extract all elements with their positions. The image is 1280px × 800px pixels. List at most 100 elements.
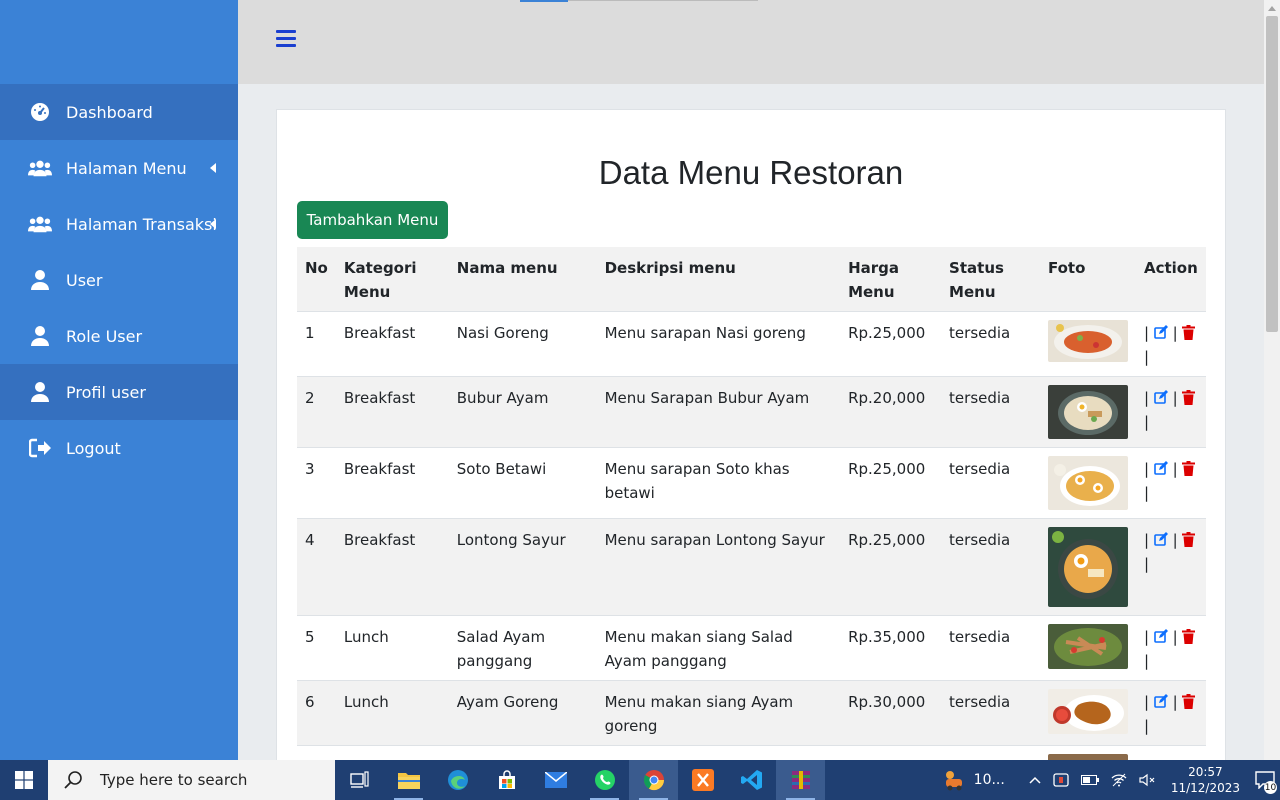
vscode-icon[interactable] — [727, 760, 776, 800]
sidebar-item-label: Halaman Transaksi — [66, 214, 217, 234]
cell-deskripsi: Menu Sarapan Bubur Ayam — [596, 376, 841, 447]
mail-icon[interactable] — [531, 760, 580, 800]
cell-foto — [1039, 376, 1136, 447]
file-explorer-icon[interactable] — [384, 760, 433, 800]
edit-icon[interactable] — [1154, 389, 1168, 404]
speaker-muted-icon[interactable] — [1139, 773, 1155, 787]
edit-icon[interactable] — [1154, 628, 1168, 643]
cell-deskripsi: Menu sarapan Lontong Sayur — [596, 518, 841, 615]
cell-kategori: Lunch — [335, 615, 449, 680]
action-separator: | — [1143, 716, 1150, 735]
action-separator: | — [1143, 483, 1150, 502]
cell-harga: Rp.25,000 — [840, 311, 942, 376]
sidebar-item-halaman-transaksi[interactable]: Halaman Transaksi — [0, 196, 238, 252]
weather-icon — [945, 771, 962, 791]
cell-action: | | | — [1135, 680, 1206, 745]
scrollbar-thumb[interactable] — [1266, 16, 1278, 332]
action-separator: | — [1172, 388, 1178, 407]
xampp-icon[interactable] — [678, 760, 727, 800]
whatsapp-icon[interactable] — [580, 760, 629, 800]
cell-nama: Lontong Sayur — [448, 518, 597, 615]
table-row: 3 Breakfast Soto Betawi Menu sarapan Sot… — [297, 447, 1206, 518]
table-header-row: No Kategori Menu Nama menu Deskripsi men… — [297, 247, 1206, 312]
cell-status: tersedia — [941, 376, 1040, 447]
edit-icon[interactable] — [1154, 324, 1168, 339]
windows-start-icon[interactable] — [0, 760, 48, 800]
sidebar-item-profil-user[interactable]: Profil user — [0, 364, 238, 420]
edit-icon[interactable] — [1154, 460, 1168, 475]
header-nama: Nama menu — [448, 247, 597, 312]
gauge-icon — [28, 100, 52, 124]
chrome-icon[interactable] — [629, 760, 678, 800]
sidebar-item-halaman-menu[interactable]: Halaman Menu — [0, 140, 238, 196]
system-tray: 10... 20:57 11/12/2023 10 — [936, 760, 1280, 800]
table-row: 6 Lunch Ayam Goreng Menu makan siang Aya… — [297, 680, 1206, 745]
winrar-icon[interactable] — [776, 760, 825, 800]
cell-action: | | | — [1135, 447, 1206, 518]
sidebar: Dashboard Halaman Menu Halaman Transaksi… — [0, 0, 238, 760]
table-row: 4 Breakfast Lontong Sayur Menu sarapan L… — [297, 518, 1206, 615]
action-separator: | — [1143, 459, 1150, 478]
sidebar-item-label: User — [66, 270, 103, 290]
trash-icon[interactable] — [1182, 628, 1196, 644]
page-title: Data Menu Restoran — [598, 154, 904, 191]
action-separator: | — [1143, 323, 1150, 342]
hamburger-menu-icon[interactable] — [276, 30, 296, 50]
cell-deskripsi: Menu sarapan Nasi goreng — [596, 311, 841, 376]
cell-harga: Rp.25,000 — [840, 518, 942, 615]
sidebar-item-dashboard[interactable]: Dashboard — [0, 84, 238, 140]
weather-widget[interactable]: 10... — [942, 769, 1005, 791]
trash-icon[interactable] — [1182, 460, 1196, 476]
cell-kategori: Lunch — [335, 680, 449, 745]
table-row: 5 Lunch Salad Ayam panggang Menu makan s… — [297, 615, 1206, 680]
header-status: Status Menu — [941, 247, 1040, 312]
cell-kategori: Breakfast — [335, 376, 449, 447]
trash-icon[interactable] — [1182, 693, 1196, 709]
cell-foto — [1039, 447, 1136, 518]
sidebar-item-label: Profil user — [66, 382, 146, 402]
edit-icon[interactable] — [1154, 693, 1168, 708]
clock-date: 11/12/2023 — [1170, 781, 1240, 795]
page-scrollbar[interactable] — [1264, 0, 1280, 760]
trash-icon[interactable] — [1182, 531, 1196, 547]
edit-icon[interactable] — [1154, 531, 1168, 546]
cell-status: tersedia — [941, 447, 1040, 518]
cell-harga: Rp.30,000 — [840, 680, 942, 745]
sidebar-brand — [0, 0, 238, 84]
sidebar-item-user[interactable]: User — [0, 252, 238, 308]
security-icon[interactable] — [1053, 772, 1069, 788]
header-foto: Foto — [1039, 247, 1136, 312]
task-view-icon[interactable] — [335, 760, 384, 800]
chevron-up-icon[interactable] — [1029, 776, 1041, 784]
weather-text: 10... — [973, 772, 1005, 788]
cell-no: 1 — [297, 311, 336, 376]
trash-icon[interactable] — [1182, 389, 1196, 405]
edge-browser-icon[interactable] — [433, 760, 482, 800]
sidebar-item-label: Halaman Menu — [66, 158, 187, 178]
sidebar-item-role-user[interactable]: Role User — [0, 308, 238, 364]
wifi-icon[interactable] — [1111, 773, 1127, 787]
tab-indicator — [520, 0, 568, 2]
table-row: 2 Breakfast Bubur Ayam Menu Sarapan Bubu… — [297, 376, 1206, 447]
action-separator: | — [1143, 692, 1150, 711]
food-photo — [1047, 455, 1128, 510]
taskbar-search-box[interactable]: Type here to search — [48, 760, 335, 800]
cell-kategori: Breakfast — [335, 311, 449, 376]
taskbar-clock[interactable]: 20:57 11/12/2023 — [1171, 764, 1240, 796]
cell-kategori: Breakfast — [335, 447, 449, 518]
add-menu-button[interactable]: Tambahkan Menu — [297, 201, 448, 239]
trash-icon[interactable] — [1182, 324, 1196, 340]
action-separator: | — [1143, 554, 1150, 573]
cell-nama: Nasi Goreng — [448, 311, 597, 376]
action-separator: | — [1172, 323, 1178, 342]
windows-taskbar: Type here to search 10... 20:57 11/12/20… — [0, 760, 1280, 800]
scroll-up-arrow-icon[interactable] — [1264, 0, 1280, 16]
notification-center-icon[interactable]: 10 — [1250, 760, 1280, 800]
search-icon — [64, 771, 82, 789]
microsoft-store-icon[interactable] — [482, 760, 531, 800]
sidebar-item-logout[interactable]: Logout — [0, 420, 238, 476]
action-separator: | — [1143, 530, 1150, 549]
action-separator: | — [1143, 651, 1150, 670]
battery-icon[interactable] — [1080, 775, 1099, 785]
food-photo — [1047, 688, 1128, 734]
